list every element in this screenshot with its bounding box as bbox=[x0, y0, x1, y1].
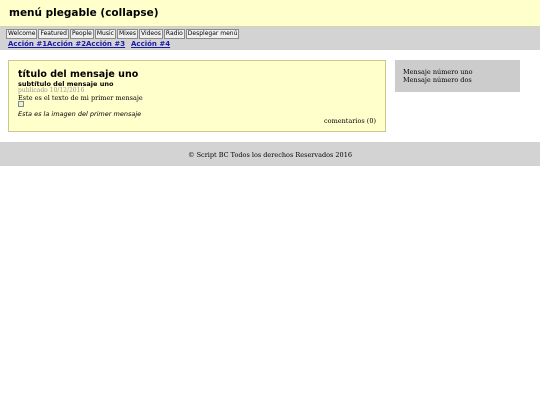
action-link-1[interactable]: Acción #1 bbox=[8, 40, 47, 48]
sidebar: Mensaje número uno Mensaje número dos bbox=[395, 60, 520, 92]
action-link-2[interactable]: Acción #2 bbox=[47, 40, 86, 48]
nav-button-music[interactable]: Music bbox=[94, 29, 116, 39]
action-link-4[interactable]: Acción #4 bbox=[131, 40, 170, 48]
post-text: Este es el texto de mi primer mensaje bbox=[18, 94, 143, 102]
nav-button-group: Welcome Featured People Music Mixes Videos Rad… bbox=[6, 29, 240, 39]
post-card: título del mensaje uno subtítulo del men… bbox=[8, 60, 386, 132]
nav-button-mixes[interactable]: Mixes bbox=[116, 29, 138, 39]
site-header: menú plegable (collapse) bbox=[0, 0, 540, 27]
sidebar-item-message-one[interactable]: Mensaje número uno bbox=[403, 68, 473, 76]
comments-link[interactable]: comentarios (0) bbox=[324, 117, 376, 125]
footer-copyright: © Script BC Todos los derechos Reservado… bbox=[188, 151, 352, 159]
page-title: menú plegable (collapse) bbox=[9, 7, 159, 19]
post-date: publicado 10/12/2016 bbox=[18, 87, 85, 94]
site-footer: © Script BC Todos los derechos Reservado… bbox=[0, 142, 540, 166]
action-link-3[interactable]: Acción #3 bbox=[86, 40, 125, 48]
post-image-caption: Esta es la imagen del primer mensaje bbox=[18, 110, 142, 118]
nav-button-welcome[interactable]: Welcome bbox=[6, 29, 38, 39]
nav-button-people[interactable]: People bbox=[69, 29, 94, 39]
nav-button-videos[interactable]: Videos bbox=[138, 29, 163, 39]
sidebar-item-message-two[interactable]: Mensaje número dos bbox=[403, 76, 472, 84]
toggle-menu-button[interactable]: Desplegar menú bbox=[185, 29, 240, 39]
navbar: Welcome Featured People Music Mixes Videos Rad… bbox=[0, 27, 540, 50]
nav-button-radio[interactable]: Radio bbox=[163, 29, 185, 39]
post-title: título del mensaje uno bbox=[18, 69, 139, 80]
nav-button-featured[interactable]: Featured bbox=[38, 29, 69, 39]
broken-image-icon bbox=[18, 101, 24, 107]
